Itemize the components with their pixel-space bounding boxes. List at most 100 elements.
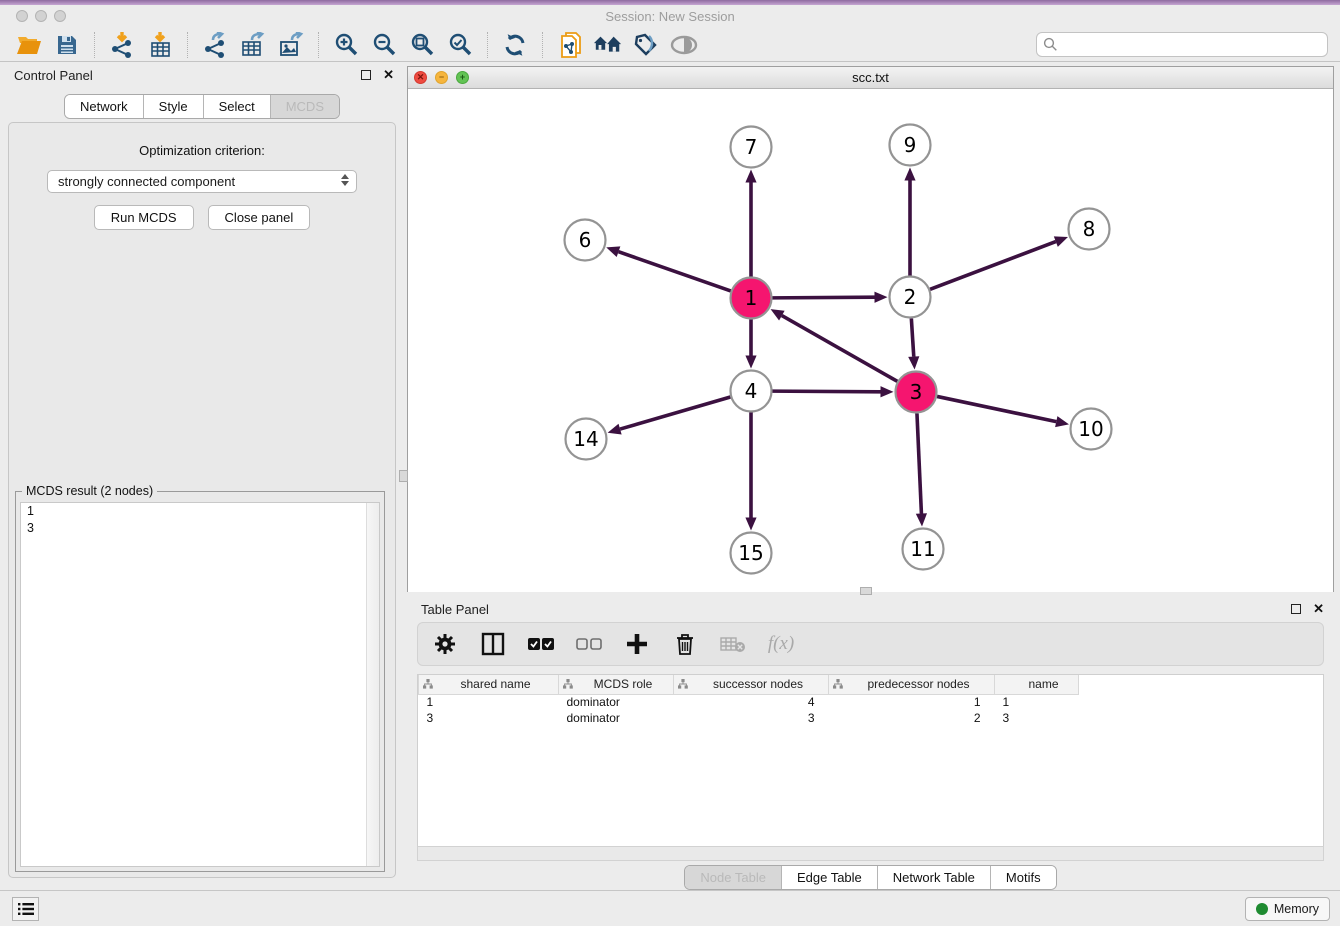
close-panel-icon[interactable]: ✕ <box>383 70 394 80</box>
column-header-successor-nodes[interactable]: successor nodes <box>674 675 829 694</box>
column-view-icon[interactable] <box>480 631 506 657</box>
edge-2-8[interactable] <box>930 242 1056 290</box>
edge-arrowhead <box>745 170 756 183</box>
edge-1-6[interactable] <box>619 252 731 291</box>
vertical-splitter-handle[interactable] <box>399 470 408 482</box>
frame-maximize-icon[interactable]: + <box>456 71 469 84</box>
search-icon <box>1043 37 1058 52</box>
table-cell[interactable]: 4 <box>674 694 829 710</box>
node-10[interactable]: 10 <box>1071 409 1112 450</box>
table-cell[interactable]: 1 <box>995 694 1079 710</box>
column-header-MCDS-role[interactable]: MCDS role <box>559 675 674 694</box>
edge-3-11[interactable] <box>917 413 921 513</box>
table-hscrollbar[interactable] <box>417 846 1324 861</box>
import-table-icon[interactable] <box>145 31 175 59</box>
search-input[interactable] <box>1036 32 1328 57</box>
column-header-predecessor-nodes[interactable]: predecessor nodes <box>829 675 995 694</box>
memory-button[interactable]: Memory <box>1245 897 1330 921</box>
export-image-icon[interactable] <box>276 31 306 59</box>
table-cell[interactable]: 1 <box>419 694 559 710</box>
tab-select[interactable]: Select <box>203 95 270 118</box>
task-history-button[interactable] <box>12 897 39 921</box>
table-cell[interactable]: dominator <box>559 710 674 726</box>
node-14[interactable]: 14 <box>566 419 607 460</box>
save-session-icon[interactable] <box>52 31 82 59</box>
label-toggle-icon[interactable] <box>631 31 661 59</box>
zoom-window-icon[interactable] <box>54 10 66 22</box>
eye-icon[interactable] <box>669 31 699 59</box>
zoom-out-icon[interactable] <box>369 31 399 59</box>
node-15[interactable]: 15 <box>731 533 772 574</box>
result-scrollbar[interactable] <box>366 503 379 866</box>
column-header-name[interactable]: name <box>995 675 1079 694</box>
edge-arrowhead <box>916 513 927 526</box>
tab-motifs[interactable]: Motifs <box>990 866 1056 889</box>
edge-2-3[interactable] <box>911 318 913 356</box>
import-network-icon[interactable] <box>107 31 137 59</box>
float-panel-icon[interactable] <box>361 70 371 80</box>
tab-mcds[interactable]: MCDS <box>270 95 339 118</box>
criterion-dropdown[interactable]: strongly connected component <box>47 170 357 193</box>
column-header-shared-name[interactable]: shared name <box>419 675 559 694</box>
run-mcds-button[interactable]: Run MCDS <box>94 205 194 230</box>
minimize-window-icon[interactable] <box>35 10 47 22</box>
edge-3-1[interactable] <box>782 316 897 382</box>
tab-network[interactable]: Network <box>65 95 143 118</box>
table-cell[interactable]: 2 <box>829 710 995 726</box>
node-8[interactable]: 8 <box>1069 209 1110 250</box>
mcds-result-list[interactable]: 13 <box>20 502 380 867</box>
frame-close-icon[interactable]: ✕ <box>414 71 427 84</box>
close-window-icon[interactable] <box>16 10 28 22</box>
settings-icon[interactable] <box>432 631 458 657</box>
node-9[interactable]: 9 <box>890 125 931 166</box>
zoom-in-icon[interactable] <box>331 31 361 59</box>
tab-style[interactable]: Style <box>143 95 203 118</box>
edge-3-10[interactable] <box>937 396 1056 421</box>
node-6[interactable]: 6 <box>565 220 606 261</box>
export-network-icon[interactable] <box>200 31 230 59</box>
zoom-fit-icon[interactable] <box>407 31 437 59</box>
edge-4-3[interactable] <box>772 391 880 392</box>
add-row-icon[interactable] <box>624 631 650 657</box>
edge-4-14[interactable] <box>620 397 730 429</box>
node-7[interactable]: 7 <box>731 127 772 168</box>
new-network-from-selection-icon[interactable] <box>555 31 585 59</box>
result-item: 3 <box>21 520 379 537</box>
zoom-selected-icon[interactable] <box>445 31 475 59</box>
table-toolbar: f(x) <box>417 622 1324 666</box>
close-table-panel-icon[interactable]: ✕ <box>1313 604 1324 614</box>
network-graph[interactable]: 7 9 6 8 1 2 4 3 14 10 15 11 <box>408 89 1333 592</box>
table-cell[interactable]: 3 <box>419 710 559 726</box>
table-cell[interactable]: 1 <box>829 694 995 710</box>
node-table[interactable]: shared nameMCDS rolesuccessor nodesprede… <box>417 674 1324 846</box>
clear-table-icon[interactable] <box>720 631 746 657</box>
table-cell[interactable]: 3 <box>995 710 1079 726</box>
float-table-panel-icon[interactable] <box>1291 604 1301 614</box>
node-11[interactable]: 11 <box>903 529 944 570</box>
node-1[interactable]: 1 <box>731 278 772 319</box>
node-3[interactable]: 3 <box>896 372 937 413</box>
frame-minimize-icon[interactable]: − <box>435 71 448 84</box>
node-2[interactable]: 2 <box>890 277 931 318</box>
tab-network-table[interactable]: Network Table <box>877 866 990 889</box>
network-canvas[interactable]: 7 9 6 8 1 2 4 3 14 10 15 11 <box>408 89 1333 592</box>
home-icon[interactable] <box>593 31 623 59</box>
table-row[interactable]: 3dominator323 <box>419 710 1079 726</box>
horizontal-splitter-handle[interactable] <box>860 587 872 595</box>
delete-row-icon[interactable] <box>672 631 698 657</box>
close-panel-button[interactable]: Close panel <box>208 205 311 230</box>
tab-edge-table[interactable]: Edge Table <box>781 866 877 889</box>
node-4[interactable]: 4 <box>731 371 772 412</box>
select-all-icon[interactable] <box>528 631 554 657</box>
open-session-icon[interactable] <box>14 31 44 59</box>
tab-node-table[interactable]: Node Table <box>685 866 781 889</box>
network-window-titlebar[interactable]: ✕ − + scc.txt <box>408 67 1333 89</box>
table-row[interactable]: 1dominator411 <box>419 694 1079 710</box>
refresh-layout-icon[interactable] <box>500 31 530 59</box>
deselect-all-icon[interactable] <box>576 631 602 657</box>
edge-1-2[interactable] <box>772 297 874 298</box>
export-table-icon[interactable] <box>238 31 268 59</box>
table-cell[interactable]: dominator <box>559 694 674 710</box>
function-builder-icon[interactable]: f(x) <box>768 631 794 657</box>
table-cell[interactable]: 3 <box>674 710 829 726</box>
